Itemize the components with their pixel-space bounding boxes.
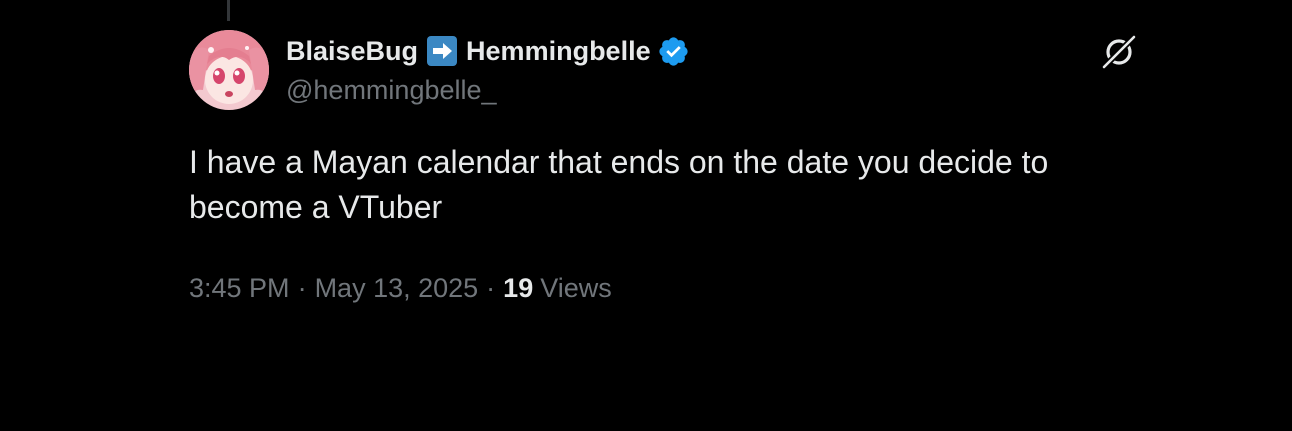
arrow-right-emoji-icon <box>426 35 458 67</box>
meta-separator: · <box>486 273 496 303</box>
author-name-second[interactable]: Hemmingbelle <box>466 36 651 67</box>
author-handle[interactable]: @hemmingbelle_ <box>286 75 497 106</box>
tweet-text: I have a Mayan calendar that ends on the… <box>189 144 1049 225</box>
thread-connector-line <box>227 0 230 21</box>
meta-separator: · <box>297 273 307 303</box>
views-count[interactable]: 19 <box>503 273 533 304</box>
tweet-date[interactable]: May 13, 2025 <box>315 273 479 304</box>
tweet-meta: 3:45 PM · May 13, 2025 · 19 Views <box>189 273 612 304</box>
views-label[interactable]: Views <box>540 273 612 304</box>
avatar[interactable] <box>189 30 269 110</box>
tweet-time[interactable]: 3:45 PM <box>189 273 290 304</box>
avatar-image <box>189 30 269 110</box>
verified-badge-icon[interactable] <box>657 35 690 68</box>
author-name-row[interactable]: BlaiseBug Hemmingbelle <box>286 32 690 70</box>
grok-icon[interactable] <box>1100 33 1138 71</box>
author-name-first[interactable]: BlaiseBug <box>286 36 418 67</box>
